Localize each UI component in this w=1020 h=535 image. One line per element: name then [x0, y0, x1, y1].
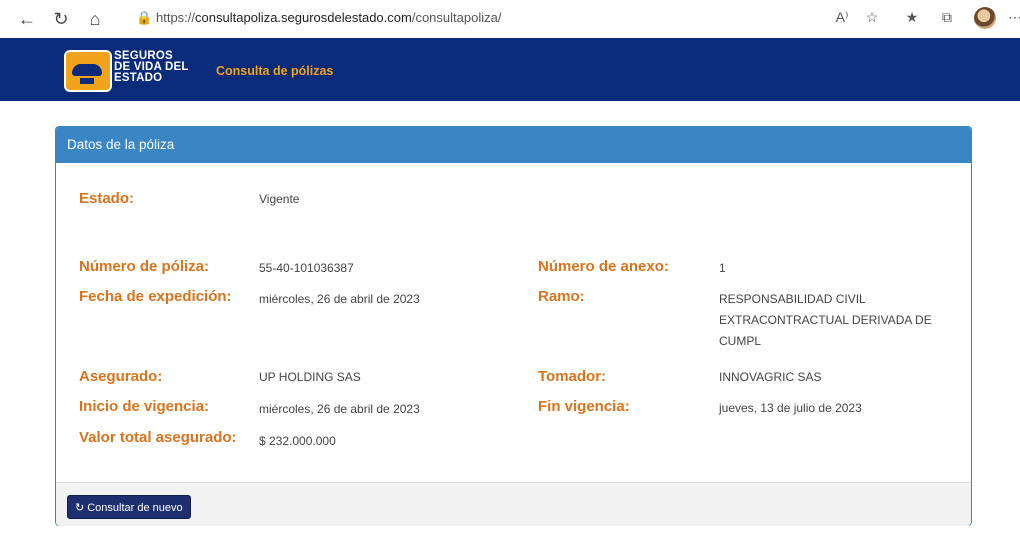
card-footer: ↻ Consultar de nuevo [56, 482, 971, 526]
card-title: Datos de la póliza [56, 127, 971, 163]
label-asegurado: Asegurado: [79, 368, 163, 385]
value-valor-total: $ 232.000.000 [259, 434, 336, 448]
label-fin-vigencia: Fin vigencia: [538, 398, 630, 415]
button-label: Consultar de nuevo [87, 502, 183, 514]
value-ramo-line-3: CUMPL [719, 334, 762, 348]
label-ramo: Ramo: [538, 288, 585, 305]
browser-toolbar: ← ↻ ⌂ 🔒 https://consultapoliza.segurosde… [0, 0, 1020, 38]
home-icon[interactable]: ⌂ [84, 8, 106, 30]
refresh-icon: ↻ [75, 502, 85, 514]
value-tomador: INNOVAGRIC SAS [719, 370, 822, 384]
label-numero-anexo: Número de anexo: [538, 258, 669, 275]
value-ramo-line-2: EXTRACONTRACTUAL DERIVADA DE [719, 313, 932, 327]
refresh-icon[interactable]: ↻ [50, 8, 72, 30]
value-fecha-expedicion: miércoles, 26 de abril de 2023 [259, 292, 420, 306]
label-valor-total: Valor total asegurado: [79, 429, 237, 446]
label-tomador: Tomador: [538, 368, 607, 385]
label-estado: Estado: [79, 190, 135, 207]
favorites-icon[interactable]: ★ [902, 9, 922, 26]
collections-icon[interactable]: ⧉ [937, 9, 957, 26]
value-ramo: RESPONSABILIDAD CIVIL EXTRACONTRACTUAL D… [719, 289, 932, 352]
value-fin-vigencia: jueves, 13 de julio de 2023 [719, 401, 862, 415]
value-ramo-line-1: RESPONSABILIDAD CIVIL [719, 292, 866, 306]
value-inicio-vigencia: miércoles, 26 de abril de 2023 [259, 402, 420, 416]
url-prefix: https:// [156, 10, 196, 25]
address-bar[interactable]: https://consultapoliza.segurosdelestado.… [156, 10, 501, 25]
label-inicio-vigencia: Inicio de vigencia: [79, 398, 210, 415]
url-path: /consultapoliza/ [411, 10, 502, 25]
label-fecha-expedicion: Fecha de expedición: [79, 288, 232, 305]
more-menu-icon[interactable]: ⋯ [1008, 9, 1020, 26]
value-numero-anexo: 1 [719, 261, 726, 275]
site-header: SEGUROS DE VIDA DEL ESTADO Consulta de p… [0, 38, 1020, 101]
nav-consulta-polizas[interactable]: Consulta de pólizas [216, 64, 333, 78]
label-numero-poliza: Número de póliza: [79, 258, 210, 275]
lamp-logo-icon[interactable] [64, 50, 112, 92]
consultar-de-nuevo-button[interactable]: ↻ Consultar de nuevo [67, 495, 191, 519]
url-host: consultapoliza.segurosdelestado.com [195, 10, 412, 25]
add-favorite-icon[interactable]: ☆ [862, 9, 882, 26]
value-numero-poliza: 55-40-101036387 [259, 261, 354, 275]
read-aloud-icon[interactable]: A⁾ [832, 9, 852, 26]
policy-card: Datos de la póliza Estado: Vigente Númer… [55, 126, 972, 526]
lock-icon[interactable]: 🔒 [136, 10, 152, 26]
brand-logo-text[interactable]: SEGUROS DE VIDA DEL ESTADO [114, 50, 189, 84]
logo-line-3: ESTADO [114, 72, 163, 84]
back-arrow-icon[interactable]: ← [16, 8, 38, 30]
value-asegurado: UP HOLDING SAS [259, 370, 361, 384]
profile-avatar[interactable] [974, 7, 996, 29]
value-estado: Vigente [259, 192, 300, 206]
